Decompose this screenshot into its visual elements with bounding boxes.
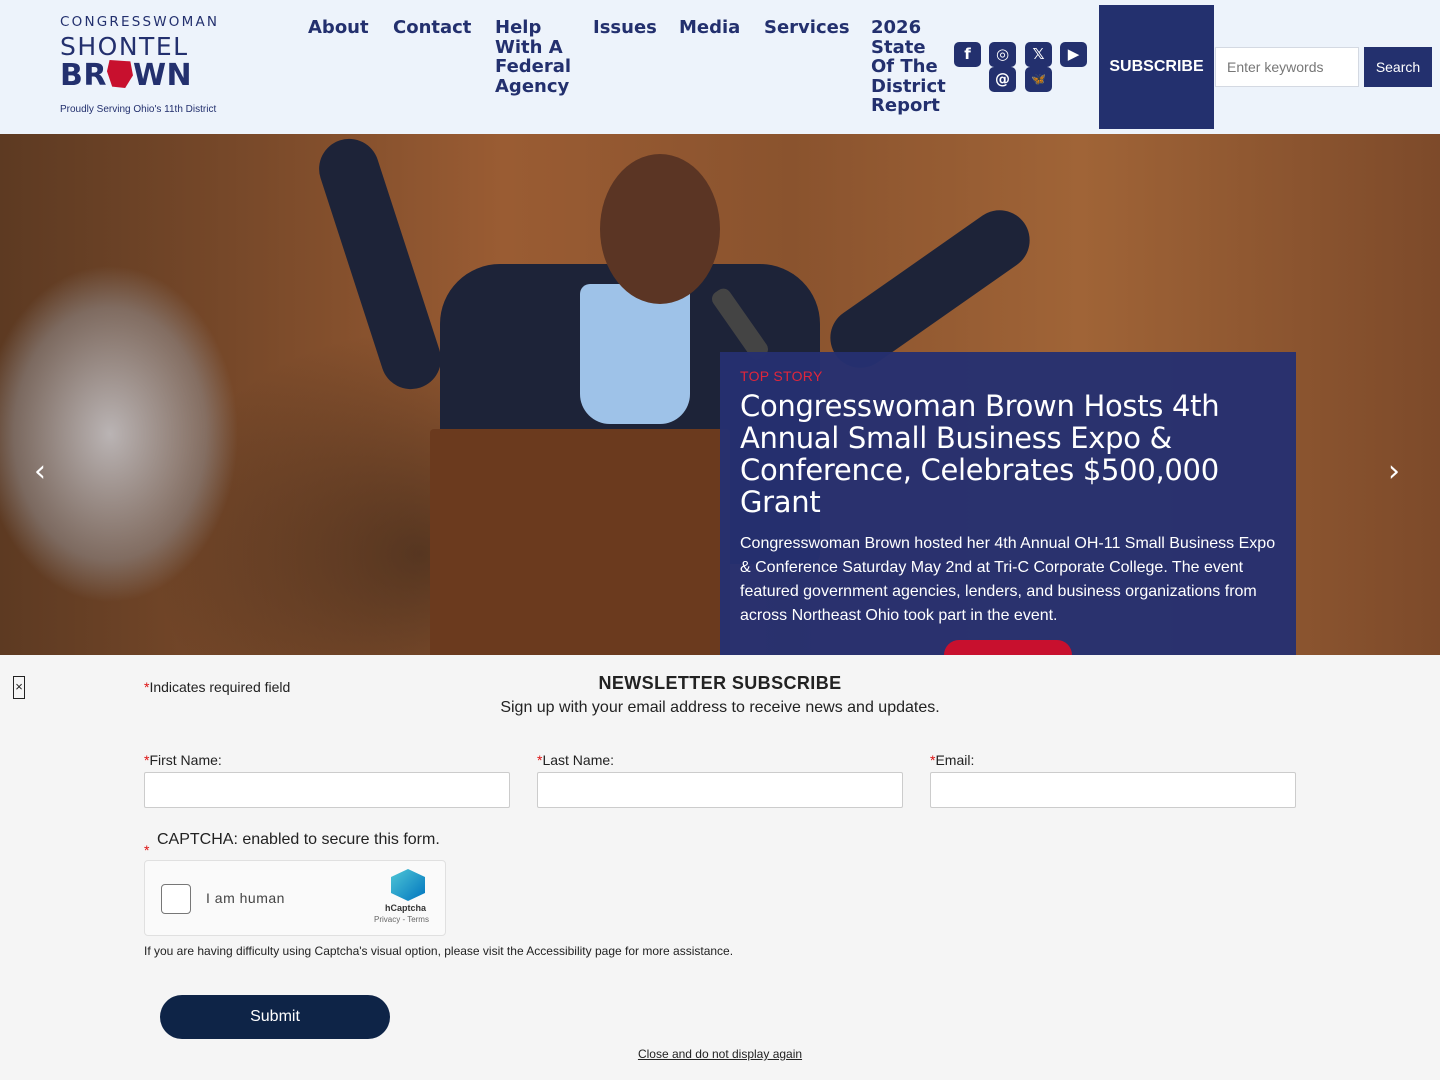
captcha-widget: I am human hCaptcha Privacy - Terms — [144, 860, 446, 936]
site-header: CONGRESSWOMAN SHONTEL BR WN Proudly Servi… — [0, 0, 1440, 134]
newsletter-modal: × *Indicates required field NEWSLETTER S… — [0, 655, 1440, 1080]
captcha-checkbox[interactable] — [161, 884, 191, 914]
search-input[interactable] — [1215, 47, 1359, 87]
hero-photo-podium — [430, 429, 730, 655]
last-name-label-text: Last Name: — [542, 752, 615, 768]
x-twitter-icon[interactable]: 𝕏 — [1025, 42, 1052, 67]
captcha-brand: hCaptcha — [385, 903, 427, 913]
captcha-required-star: * — [144, 842, 150, 858]
hero-photo-arm-left — [311, 134, 449, 397]
hero-photo-shirt — [580, 284, 690, 424]
youtube-icon[interactable]: ▶ — [1060, 42, 1087, 67]
site-logo[interactable]: CONGRESSWOMAN SHONTEL BR WN Proudly Servi… — [60, 14, 230, 124]
carousel-prev-icon[interactable]: ‹ — [34, 454, 58, 494]
submit-button[interactable]: Submit — [160, 995, 390, 1039]
story-headline[interactable]: Congresswoman Brown Hosts 4th Annual Sma… — [740, 390, 1276, 518]
close-do-not-display-link[interactable]: Close and do not display again — [638, 1047, 802, 1061]
bluesky-icon[interactable]: 🦋 — [1025, 67, 1052, 92]
captcha-help-text: If you are having difficulty using Captc… — [144, 944, 734, 958]
captcha-label: CAPTCHA: enabled to secure this form. — [157, 831, 440, 848]
story-kicker: TOP STORY — [740, 368, 823, 384]
search-button[interactable]: Search — [1364, 47, 1432, 87]
instagram-icon[interactable]: ◎ — [989, 42, 1016, 67]
first-name-field[interactable] — [144, 772, 510, 808]
logo-title: CONGRESSWOMAN — [60, 14, 220, 30]
captcha-privacy-terms[interactable]: Privacy - Terms — [374, 915, 429, 924]
first-name-label-text: First Name: — [149, 752, 222, 768]
facebook-icon[interactable]: f — [954, 42, 981, 67]
hero-photo-head — [600, 154, 720, 304]
email-label: *Email: — [930, 752, 974, 768]
email-label-text: Email: — [935, 752, 975, 768]
read-more-button[interactable] — [944, 640, 1072, 655]
last-name-field[interactable] — [537, 772, 903, 808]
nav-contact[interactable]: Contact — [393, 18, 471, 38]
hcaptcha-logo-icon — [391, 869, 425, 901]
last-name-label: *Last Name: — [537, 752, 614, 768]
email-field[interactable] — [930, 772, 1296, 808]
first-name-label: *First Name: — [144, 752, 222, 768]
hero-carousel: ‹ › TOP STORY Congresswoman Brown Hosts … — [0, 134, 1440, 655]
newsletter-title: NEWSLETTER SUBSCRIBE — [598, 673, 842, 693]
logo-last-name-b: WN — [132, 58, 193, 93]
ohio-map-icon — [106, 60, 133, 88]
logo-first-name: SHONTEL — [60, 32, 189, 61]
story-summary: Congresswoman Brown hosted her 4th Annua… — [740, 535, 1276, 624]
top-story-card: TOP STORY Congresswoman Brown Hosts 4th … — [720, 352, 1296, 655]
captcha-checkbox-label: I am human — [206, 890, 285, 906]
nav-state-of-district-report[interactable]: 2026 State Of The District Report — [871, 18, 946, 116]
nav-help-federal-agency[interactable]: Help With A Federal Agency — [495, 18, 575, 96]
nav-issues[interactable]: Issues — [593, 18, 657, 38]
logo-last-name: BR WN — [60, 60, 230, 92]
carousel-next-icon[interactable]: › — [1388, 454, 1412, 494]
nav-services[interactable]: Services — [764, 18, 850, 38]
logo-tagline: Proudly Serving Ohio's 11th District — [60, 104, 217, 115]
nav-media[interactable]: Media — [679, 18, 740, 38]
nav-about[interactable]: About — [308, 18, 369, 38]
threads-icon[interactable]: @ — [989, 67, 1016, 92]
newsletter-subtitle: Sign up with your email address to recei… — [500, 699, 940, 716]
subscribe-button[interactable]: SUBSCRIBE — [1099, 5, 1214, 129]
close-do-not-display-row: Close and do not display again — [0, 1047, 1440, 1061]
social-links: f ◎ 𝕏 ▶ @ 🦋 — [952, 40, 1092, 96]
logo-last-name-a: BR — [60, 58, 107, 93]
